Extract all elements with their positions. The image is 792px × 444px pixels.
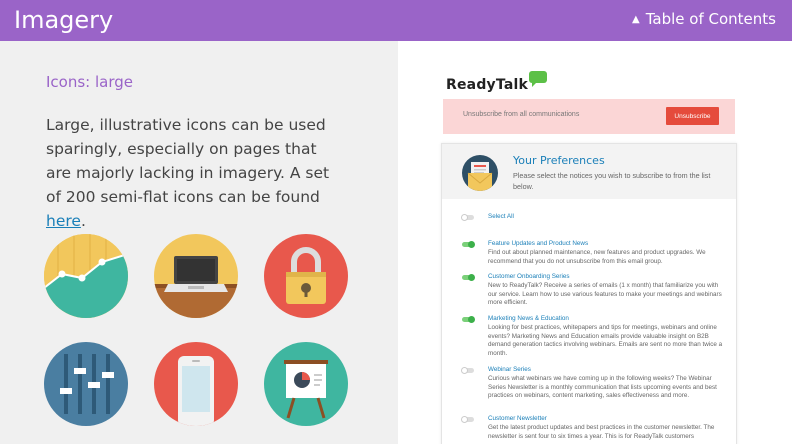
unsubscribe-label: Unsubscribe from all communications [463, 111, 580, 118]
toggle-switch[interactable] [461, 213, 474, 221]
laptop-icon [154, 234, 238, 318]
option-text: Curious what webinars we have coming up … [488, 375, 717, 400]
logo-text: ReadyTalk [446, 77, 528, 93]
option-title: Customer Onboarding Series [488, 273, 570, 280]
preferences-title: Your Preferences [513, 154, 605, 167]
option-title: Webinar Series [488, 366, 531, 373]
preferences-card: Your Preferences Please select the notic… [441, 143, 737, 444]
toggle-switch[interactable] [462, 273, 475, 281]
section-subhead: Icons: large [46, 73, 134, 91]
toggle-switch[interactable] [462, 240, 475, 248]
smartphone-icon [154, 342, 238, 426]
speech-bubble-icon [528, 71, 547, 87]
unsubscribe-button[interactable]: Unsubscribe [666, 107, 719, 125]
body-end: . [80, 212, 86, 230]
option-title: Select All [488, 213, 514, 220]
sliders-icon [44, 342, 128, 426]
preferences-header: Your Preferences Please select the notic… [442, 144, 736, 199]
option-title: Feature Updates and Product News [488, 240, 589, 247]
body-text: Large, illustrative icons can be used sp… [46, 113, 346, 233]
preferences-description: Please select the notices you wish to su… [513, 171, 711, 191]
caret-up-icon: ▲ [632, 13, 640, 25]
readytalk-logo: ReadyTalk [446, 71, 547, 93]
description-panel: Icons: large Large, illustrative icons c… [0, 41, 398, 444]
toggle-switch[interactable] [461, 366, 474, 374]
presentation-board-icon [264, 342, 348, 426]
email-preview-panel: ReadyTalk Unsubscribe from all communica… [398, 41, 792, 444]
top-bar: Imagery ▲ Table of Contents [0, 0, 792, 41]
page-title: Imagery [14, 6, 114, 34]
icons-link[interactable]: here [46, 212, 81, 230]
option-title: Marketing News & Education [488, 315, 569, 322]
option-text: Find out about planned maintenance, new … [488, 249, 706, 265]
option-text: Get the latest product updates and best … [488, 424, 715, 440]
option-text: New to ReadyTalk? Receive a series of em… [488, 282, 722, 307]
envelope-icon [462, 155, 498, 191]
line-chart-icon [44, 234, 128, 318]
body-paragraph: Large, illustrative icons can be used sp… [46, 116, 330, 206]
option-text: Looking for best practices, whitepapers … [488, 324, 723, 357]
toggle-switch[interactable] [461, 415, 474, 423]
option-title: Customer Newsletter [488, 415, 547, 422]
toggle-switch[interactable] [462, 315, 475, 323]
table-of-contents-link[interactable]: ▲ Table of Contents [632, 10, 776, 28]
unsubscribe-banner: Unsubscribe from all communications Unsu… [443, 99, 735, 134]
padlock-icon [264, 234, 348, 318]
toc-label: Table of Contents [645, 10, 776, 28]
